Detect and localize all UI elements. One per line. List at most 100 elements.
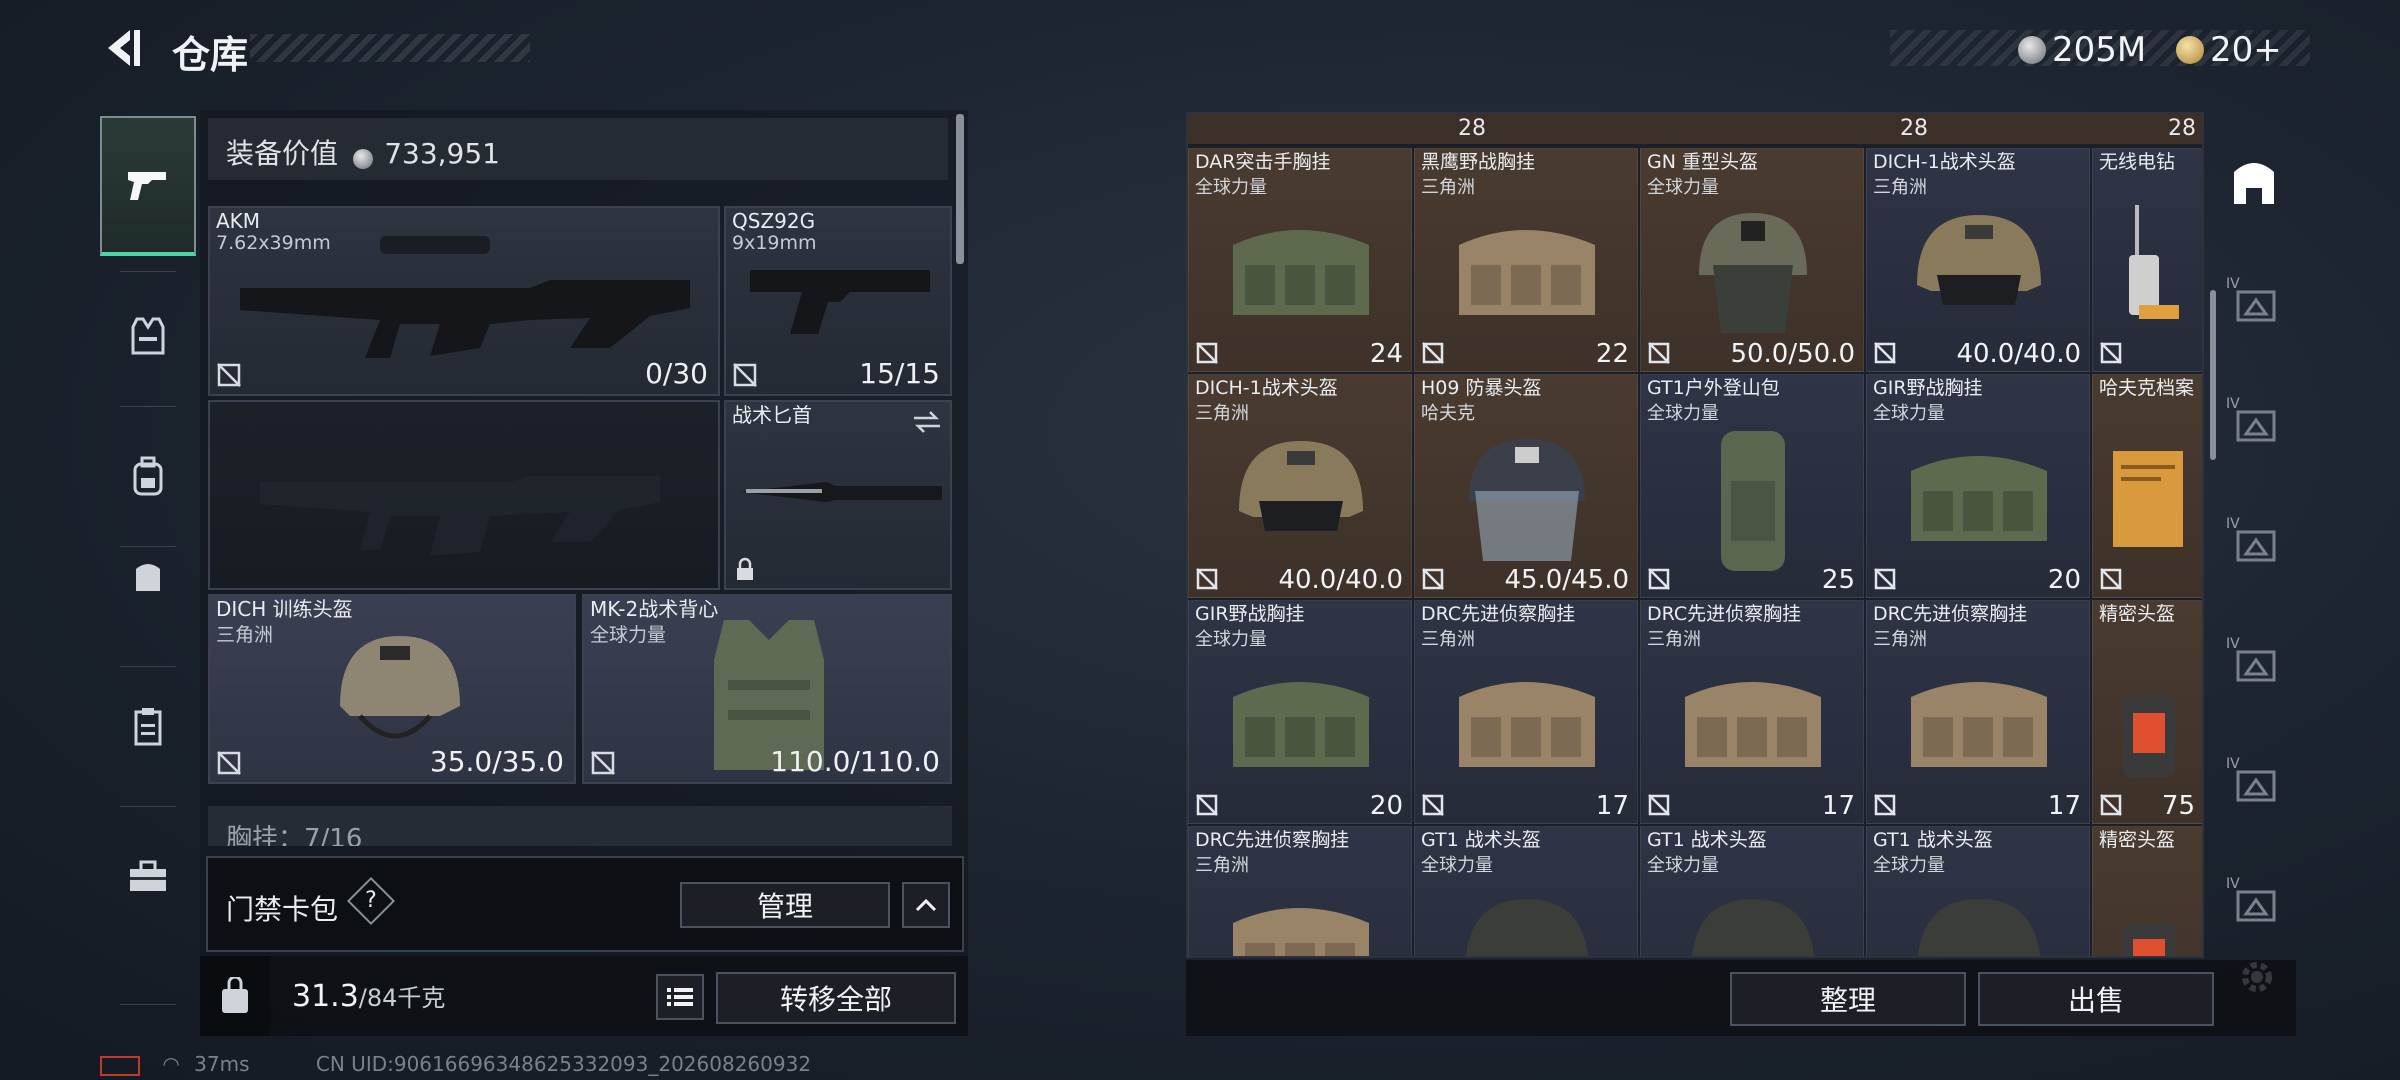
pouch-icon: [136, 564, 160, 591]
silver-coin-icon: [2018, 36, 2046, 64]
rig-tan-icon: [1233, 908, 1369, 956]
rail-tab-chest-rig[interactable]: [100, 286, 196, 386]
no-insurance-icon: [217, 363, 241, 387]
stash-item-cell[interactable]: 无线电钻: [2092, 148, 2202, 372]
item-value: 20: [2047, 565, 2081, 595]
item-value: 17: [1595, 791, 1629, 821]
item-value: 75: [2161, 791, 2195, 821]
manage-button-label: 管理: [756, 890, 813, 923]
training-helmet-icon: [340, 636, 460, 739]
toolbox-icon: [130, 860, 166, 891]
max-weight: /84千克: [358, 984, 446, 1012]
melee-slot[interactable]: 战术匕首: [724, 400, 952, 590]
no-insurance-icon: [217, 751, 241, 775]
collapse-button[interactable]: [902, 882, 950, 928]
pistol-ammo: 15/15: [859, 357, 940, 390]
stash-item-cell[interactable]: GT1 战术头盔 全球力量: [1866, 826, 2090, 956]
stash-item-cell[interactable]: GT1户外登山包 全球力量 25: [1640, 374, 1864, 598]
stash-icon[interactable]: [2226, 152, 2286, 212]
sort-button-label: 整理: [1819, 984, 1876, 1017]
device-icon: [2123, 697, 2175, 777]
stash-item-cell[interactable]: DAR突击手胸挂 全球力量 24: [1188, 148, 1412, 372]
tier4-box-icon[interactable]: IV: [2226, 872, 2286, 932]
stash-item-cell[interactable]: H09 防暴头盔 哈夫克 45.0/45.0: [1414, 374, 1638, 598]
stash-item-cell[interactable]: GN 重型头盔 全球力量 50.0/50.0: [1640, 148, 1864, 372]
rail-tab-clipboard[interactable]: [100, 676, 196, 776]
helmet-dark-icon: [1466, 899, 1588, 956]
item-name: GN 重型头盔: [1647, 151, 1758, 173]
item-value: 17: [1821, 791, 1855, 821]
backpack-icon: [133, 456, 163, 496]
stash-item-cell[interactable]: GIR野战胸挂 全球力量 20: [1866, 374, 2090, 598]
stash-item-cell[interactable]: 哈夫克档案: [2092, 374, 2202, 598]
helmet-slot[interactable]: DICH 训练头盔 三角洲 35.0/35.0: [208, 594, 576, 784]
chest-rig-header[interactable]: 胸挂：7/16: [208, 806, 952, 846]
equipment-scrollbar[interactable]: [956, 114, 964, 264]
sell-button-label: 出售: [2067, 984, 2124, 1017]
category-rail: [100, 106, 196, 1006]
status-bar: ◠ 37ms CN UID:9061669634862533209​3_2026…: [100, 1052, 811, 1076]
armor-name: MK-2战术背心: [590, 597, 719, 621]
armor-slot[interactable]: MK-2战术背心 全球力量 110.0/110.0: [582, 594, 952, 784]
stash-item-cell[interactable]: GIR野战胸挂 全球力量 20: [1188, 600, 1412, 824]
transfer-all-button[interactable]: 转移全部: [716, 972, 956, 1024]
top-row-count: 28: [1900, 116, 1928, 141]
stash-item-cell[interactable]: DICH-1战术头盔 三角洲 40.0/40.0: [1866, 148, 2090, 372]
stash-item-cell[interactable]: 黑鹰野战胸挂 三角洲 22: [1414, 148, 1638, 372]
rig-green-icon: [1233, 682, 1369, 767]
gold-coin-icon: [2176, 36, 2204, 64]
helmet-faction: 三角洲: [216, 624, 274, 646]
pistol-name: QSZ92G: [732, 209, 816, 233]
lock-icon: [737, 557, 753, 580]
no-insurance-icon: [2100, 568, 2122, 590]
uid-readout: CN UID:9061669634862533209​3_20260826093…: [315, 1052, 812, 1076]
stash-item-cell[interactable]: GT1 战术头盔 全球力量: [1414, 826, 1638, 956]
rail-tab-pouch[interactable]: [100, 526, 196, 626]
primary-weapon-ammo: 0/30: [645, 357, 708, 390]
sort-button[interactable]: 整理: [1730, 972, 1966, 1026]
item-name: 精密头盔: [2099, 603, 2176, 625]
item-value: 45.0/45.0: [1504, 565, 1629, 595]
no-insurance-icon: [1422, 794, 1444, 816]
stash-item-cell[interactable]: DRC先进侦察胸挂 三角洲 17: [1866, 600, 2090, 824]
pistol-slot[interactable]: QSZ92G 9x19mm 15/15: [724, 206, 952, 396]
list-view-button[interactable]: [656, 974, 704, 1020]
title-stripe: [250, 34, 530, 62]
rail-tab-toolbox[interactable]: [100, 826, 196, 926]
tier4-box-icon[interactable]: IV: [2226, 752, 2286, 812]
tier4-box-icon[interactable]: IV: [2226, 632, 2286, 692]
helmet-icon: [1239, 441, 1363, 531]
stash-item-cell[interactable]: DICH-1战术头盔 三角洲 40.0/40.0: [1188, 374, 1412, 598]
list-icon: [667, 988, 693, 1006]
stash-item-cell[interactable]: DRC先进侦察胸挂 三角洲 17: [1640, 600, 1864, 824]
stash-item-cell[interactable]: 精密头盔: [2092, 826, 2202, 956]
stash-scrollbar[interactable]: [2210, 290, 2216, 460]
rail-tab-weapons[interactable]: [100, 116, 196, 256]
stash-item-cell[interactable]: DRC先进侦察胸挂 三角洲: [1188, 826, 1412, 956]
rail-tab-backpack[interactable]: [100, 426, 196, 526]
rig-tan-icon: [1459, 682, 1595, 767]
tier4-gun-icon[interactable]: IV: [2226, 272, 2286, 332]
no-insurance-icon: [591, 751, 615, 775]
currency-gold[interactable]: 20+: [2176, 30, 2282, 70]
swap-icon[interactable]: [912, 410, 942, 434]
back-arrow-icon[interactable]: [100, 26, 148, 70]
stash-item-cell[interactable]: DRC先进侦察胸挂 三角洲 17: [1414, 600, 1638, 824]
top-row-count: 28: [1458, 116, 1486, 141]
item-value: 20: [1369, 791, 1403, 821]
right-footer: 整理 出售: [1186, 960, 2296, 1036]
no-insurance-icon: [1196, 568, 1218, 590]
currency-silver[interactable]: 205M: [2018, 30, 2146, 70]
primary-weapon-slot[interactable]: AKM 7.62x39mm 0/30: [208, 206, 720, 396]
equipment-value-bar: 装备价值 733,951: [208, 118, 948, 180]
armor-faction: 全球力量: [590, 624, 667, 646]
item-name: 精密头盔: [2099, 829, 2176, 851]
tier4-box-icon[interactable]: IV: [2226, 512, 2286, 572]
manage-button[interactable]: 管理: [680, 882, 890, 928]
secondary-weapon-slot-empty[interactable]: [208, 400, 720, 590]
clipboard-icon: [134, 708, 162, 746]
stash-item-cell[interactable]: GT1 战术头盔 全球力量: [1640, 826, 1864, 956]
stash-item-cell[interactable]: 精密头盔 75: [2092, 600, 2202, 824]
tier4-folder-icon[interactable]: IV: [2226, 392, 2286, 452]
sell-button[interactable]: 出售: [1978, 972, 2214, 1026]
